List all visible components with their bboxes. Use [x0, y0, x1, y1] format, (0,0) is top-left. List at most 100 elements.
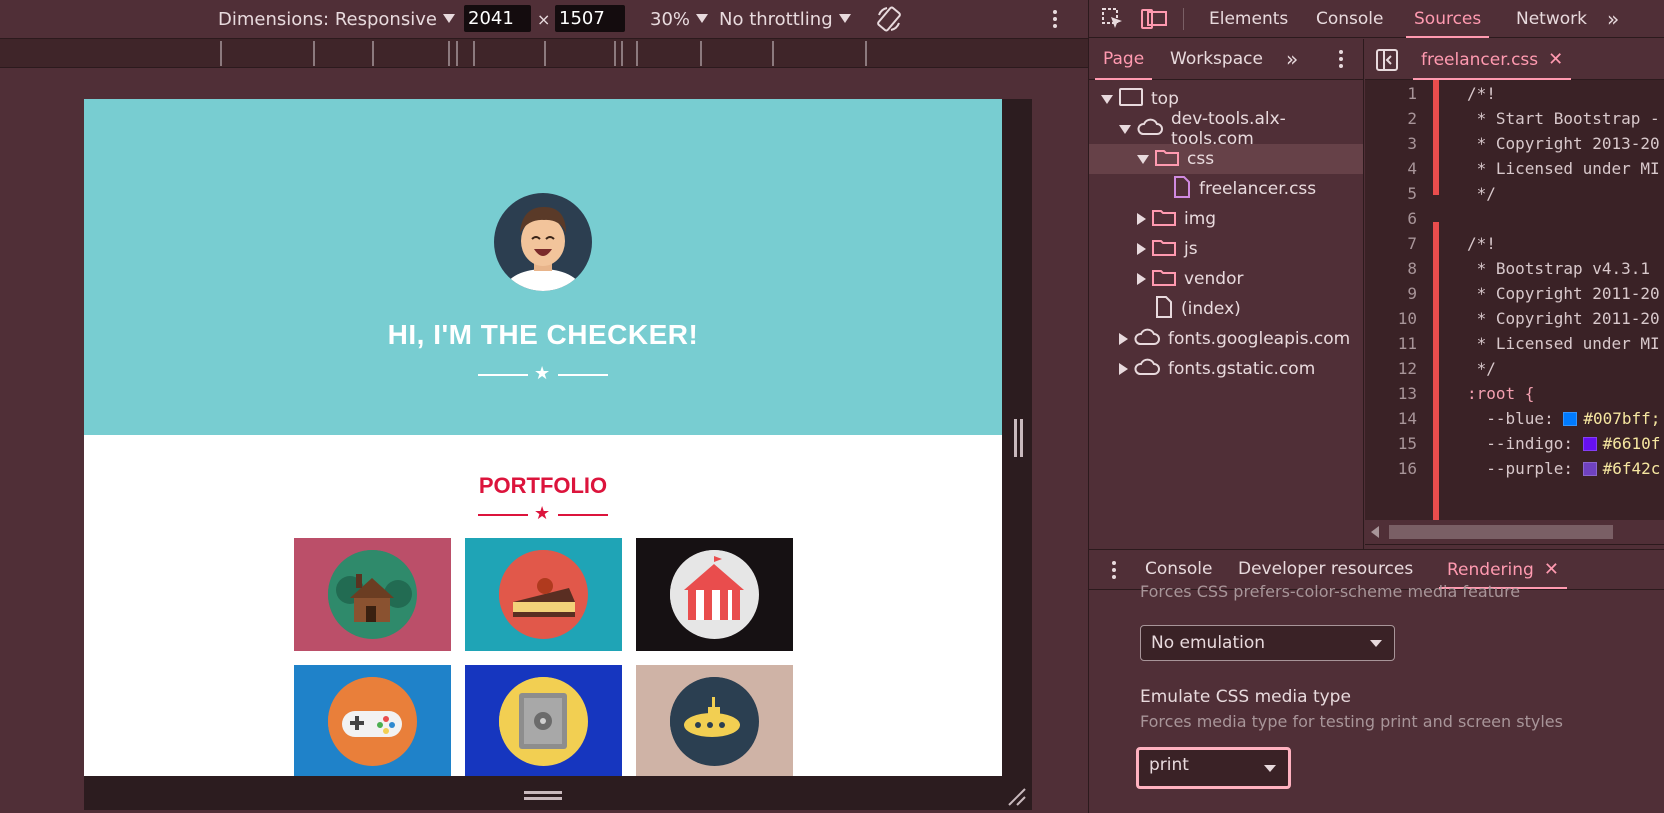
- ruler-mark: [372, 41, 374, 66]
- media-type-select[interactable]: print: [1136, 747, 1291, 789]
- portfolio-item-safe[interactable]: [465, 665, 622, 776]
- tab-console[interactable]: Console: [1316, 0, 1384, 38]
- code-line: :root {: [1467, 384, 1535, 403]
- code-line: * Copyright 2013-20: [1467, 134, 1660, 153]
- devtools-main-tabs: Elements Console Sources Network »: [1089, 0, 1664, 38]
- close-icon[interactable]: ✕: [1548, 49, 1563, 70]
- tab-freelancer-css[interactable]: freelancer.css ✕: [1412, 39, 1572, 80]
- tree-item-img[interactable]: img: [1089, 204, 1363, 234]
- prefers-color-scheme-select[interactable]: No emulation: [1140, 625, 1395, 661]
- dimensions-label: Dimensions: Responsive: [218, 8, 437, 30]
- tree-item-vendor[interactable]: vendor: [1089, 264, 1363, 294]
- chevron-double-right-icon[interactable]: »: [1286, 39, 1298, 80]
- cloud-icon: [1134, 328, 1160, 351]
- tree-item-css[interactable]: css: [1089, 144, 1363, 174]
- cake-icon: [499, 550, 588, 639]
- tree-item-domain[interactable]: dev-tools.alx-tools.com: [1089, 109, 1363, 149]
- line-number: 7: [1407, 234, 1417, 253]
- tab-workspace[interactable]: Workspace: [1170, 39, 1263, 80]
- hero-title: HI, I'M THE CHECKER!: [387, 319, 699, 350]
- tab-network[interactable]: Network: [1516, 0, 1587, 38]
- horizontal-scrollbar[interactable]: [1365, 520, 1664, 544]
- ruler-mark: [220, 41, 222, 66]
- scroll-left-icon[interactable]: [1371, 526, 1379, 538]
- tree-item-js[interactable]: js: [1089, 234, 1363, 264]
- close-icon[interactable]: ✕: [1544, 559, 1559, 580]
- line-number: 9: [1407, 284, 1417, 303]
- color-swatch[interactable]: [1582, 437, 1597, 451]
- drawer-tab-label: Rendering: [1447, 560, 1534, 580]
- drawer-menu-icon[interactable]: [1111, 561, 1119, 581]
- resize-corner-icon[interactable]: [1007, 787, 1027, 807]
- more-options-icon[interactable]: [1338, 50, 1346, 70]
- tree-item-freelancer-css[interactable]: freelancer.css: [1089, 174, 1363, 204]
- ruler-mark: [448, 41, 450, 66]
- tree-item-label: css: [1187, 149, 1215, 169]
- collapse-arrow-icon: [1137, 273, 1146, 285]
- dimensions-dropdown[interactable]: Dimensions: Responsive: [218, 0, 455, 38]
- inspect-element-icon[interactable]: [1102, 8, 1124, 34]
- line-number: 4: [1407, 159, 1417, 178]
- line-number: 14: [1397, 409, 1417, 428]
- rotate-icon[interactable]: [875, 0, 903, 38]
- masthead: HI, I'M THE CHECKER! ★: [84, 99, 1002, 435]
- throttling-dropdown[interactable]: No throttling: [719, 0, 851, 38]
- expand-arrow-icon: [1119, 124, 1131, 134]
- tab-page[interactable]: Page: [1094, 39, 1153, 80]
- device-toggle-icon[interactable]: [1141, 8, 1167, 34]
- portfolio-item-game[interactable]: [294, 665, 451, 776]
- resize-handle-bottom[interactable]: [524, 797, 562, 800]
- tab-elements[interactable]: Elements: [1209, 0, 1288, 38]
- ruler-mark: [473, 41, 475, 66]
- scrollbar-thumb[interactable]: [1389, 525, 1613, 539]
- line-number: 11: [1397, 334, 1417, 353]
- more-options-icon[interactable]: [1050, 10, 1060, 30]
- chevron-double-right-icon[interactable]: »: [1607, 0, 1619, 38]
- collapse-arrow-icon: [1137, 243, 1146, 255]
- line-number: 2: [1407, 109, 1417, 128]
- zoom-dropdown[interactable]: 30%: [650, 0, 709, 38]
- sidebar-toggle-icon[interactable]: [1376, 49, 1398, 75]
- frame-icon: [1119, 87, 1143, 111]
- css-property: --indigo:: [1467, 434, 1583, 453]
- chevron-down-icon: [1370, 640, 1382, 647]
- portfolio-item-circus[interactable]: [636, 538, 793, 651]
- tree-item-fonts-gstatic[interactable]: fonts.gstatic.com: [1089, 354, 1363, 384]
- tree-item-fonts-googleapis[interactable]: fonts.googleapis.com: [1089, 324, 1363, 354]
- tab-sources[interactable]: Sources: [1405, 0, 1490, 38]
- code-line: * Licensed under MI: [1467, 334, 1660, 353]
- rendering-panel: Forces CSS prefers-color-scheme media fe…: [1089, 582, 1664, 813]
- portfolio-item-cabin[interactable]: [294, 538, 451, 651]
- width-input[interactable]: 2041: [464, 5, 531, 32]
- color-swatch[interactable]: [1582, 462, 1597, 476]
- emulated-viewport-area: HI, I'M THE CHECKER! ★ PORTFOLIO ★: [0, 69, 1088, 813]
- portfolio-heading: PORTFOLIO: [478, 473, 608, 498]
- chevron-down-icon: [838, 13, 851, 23]
- line-number: 13: [1397, 384, 1417, 403]
- resize-handle-right[interactable]: [1014, 419, 1017, 457]
- safe-icon: [499, 677, 588, 766]
- line-number: 5: [1407, 184, 1417, 203]
- resize-handle-bottom[interactable]: [524, 791, 562, 794]
- code-line: */: [1467, 359, 1496, 378]
- toolbar-separator: [1183, 8, 1184, 30]
- height-input[interactable]: 1507: [555, 5, 625, 32]
- tree-item-label: freelancer.css: [1199, 179, 1317, 199]
- avatar: [494, 193, 592, 291]
- color-swatch[interactable]: [1563, 412, 1578, 426]
- portfolio-item-submarine[interactable]: [636, 665, 793, 776]
- code-area[interactable]: 1 /*! 2 * Start Bootstrap - 3 * Copyrigh…: [1365, 80, 1664, 520]
- code-line: * Start Bootstrap -: [1467, 109, 1660, 128]
- navigator-tabs: Page Workspace »: [1089, 39, 1364, 80]
- change-marker: [1433, 80, 1439, 195]
- ruler-mark: [544, 41, 546, 66]
- divider-line-right: [558, 514, 608, 516]
- ruler-mark: [636, 41, 638, 66]
- resize-handle-right[interactable]: [1020, 419, 1023, 457]
- emulated-page[interactable]: HI, I'M THE CHECKER! ★ PORTFOLIO ★: [84, 99, 1002, 776]
- star-icon: ★: [534, 363, 551, 384]
- tree-item-index[interactable]: (index): [1089, 294, 1363, 324]
- media-query-ruler[interactable]: [0, 38, 1088, 68]
- css-value: #6610f: [1602, 434, 1661, 453]
- portfolio-item-cake[interactable]: [465, 538, 622, 651]
